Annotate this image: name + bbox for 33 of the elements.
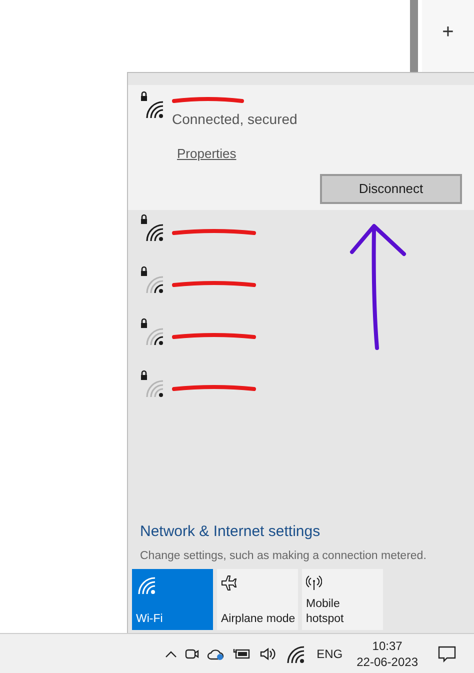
quick-action-tile[interactable]: Mobile hotspot [302, 569, 383, 630]
lock-icon [140, 318, 148, 328]
battery-icon[interactable] [232, 648, 251, 660]
clock[interactable]: 10:37 22-06-2023 [356, 638, 418, 670]
quick-action-tile[interactable]: Airplane mode [217, 569, 298, 630]
lock-icon [140, 266, 148, 276]
quick-action-tile[interactable]: Wi-Fi [132, 569, 213, 630]
wifi-tray-icon [284, 644, 305, 664]
wifi-signal-icon [144, 274, 164, 294]
disconnect-button[interactable]: Disconnect [320, 174, 462, 204]
redaction-scribble [172, 97, 244, 105]
wifi-signal-icon [144, 99, 164, 119]
lock-icon [140, 370, 148, 380]
wifi-signal-icon [144, 222, 164, 242]
properties-link[interactable]: Properties [177, 144, 236, 164]
add-tab[interactable]: + [442, 22, 454, 42]
wifi-signal-icon [144, 326, 164, 346]
wifi-signal-icon [144, 378, 164, 398]
lock-icon [140, 91, 148, 101]
speaker-icon[interactable] [258, 646, 277, 660]
settings-hint: Change settings, such as making a connection metered. [140, 548, 428, 564]
caret-up-icon[interactable] [164, 650, 177, 658]
language-indicator[interactable]: ENG [316, 644, 343, 662]
cloud-sync-icon[interactable] [206, 646, 225, 660]
lock-icon [140, 214, 148, 224]
notification-icon[interactable] [438, 644, 456, 662]
network-settings-link[interactable]: Network & Internet settings [140, 521, 462, 544]
airplane-icon [221, 575, 237, 591]
hotspot-icon [306, 575, 322, 591]
connected-network-item[interactable]: Connected, secured Properties Disconnect [128, 85, 474, 210]
wifi-icon [136, 575, 156, 595]
window-edge [410, 0, 418, 72]
connection-status: Connected, secured [172, 110, 298, 129]
